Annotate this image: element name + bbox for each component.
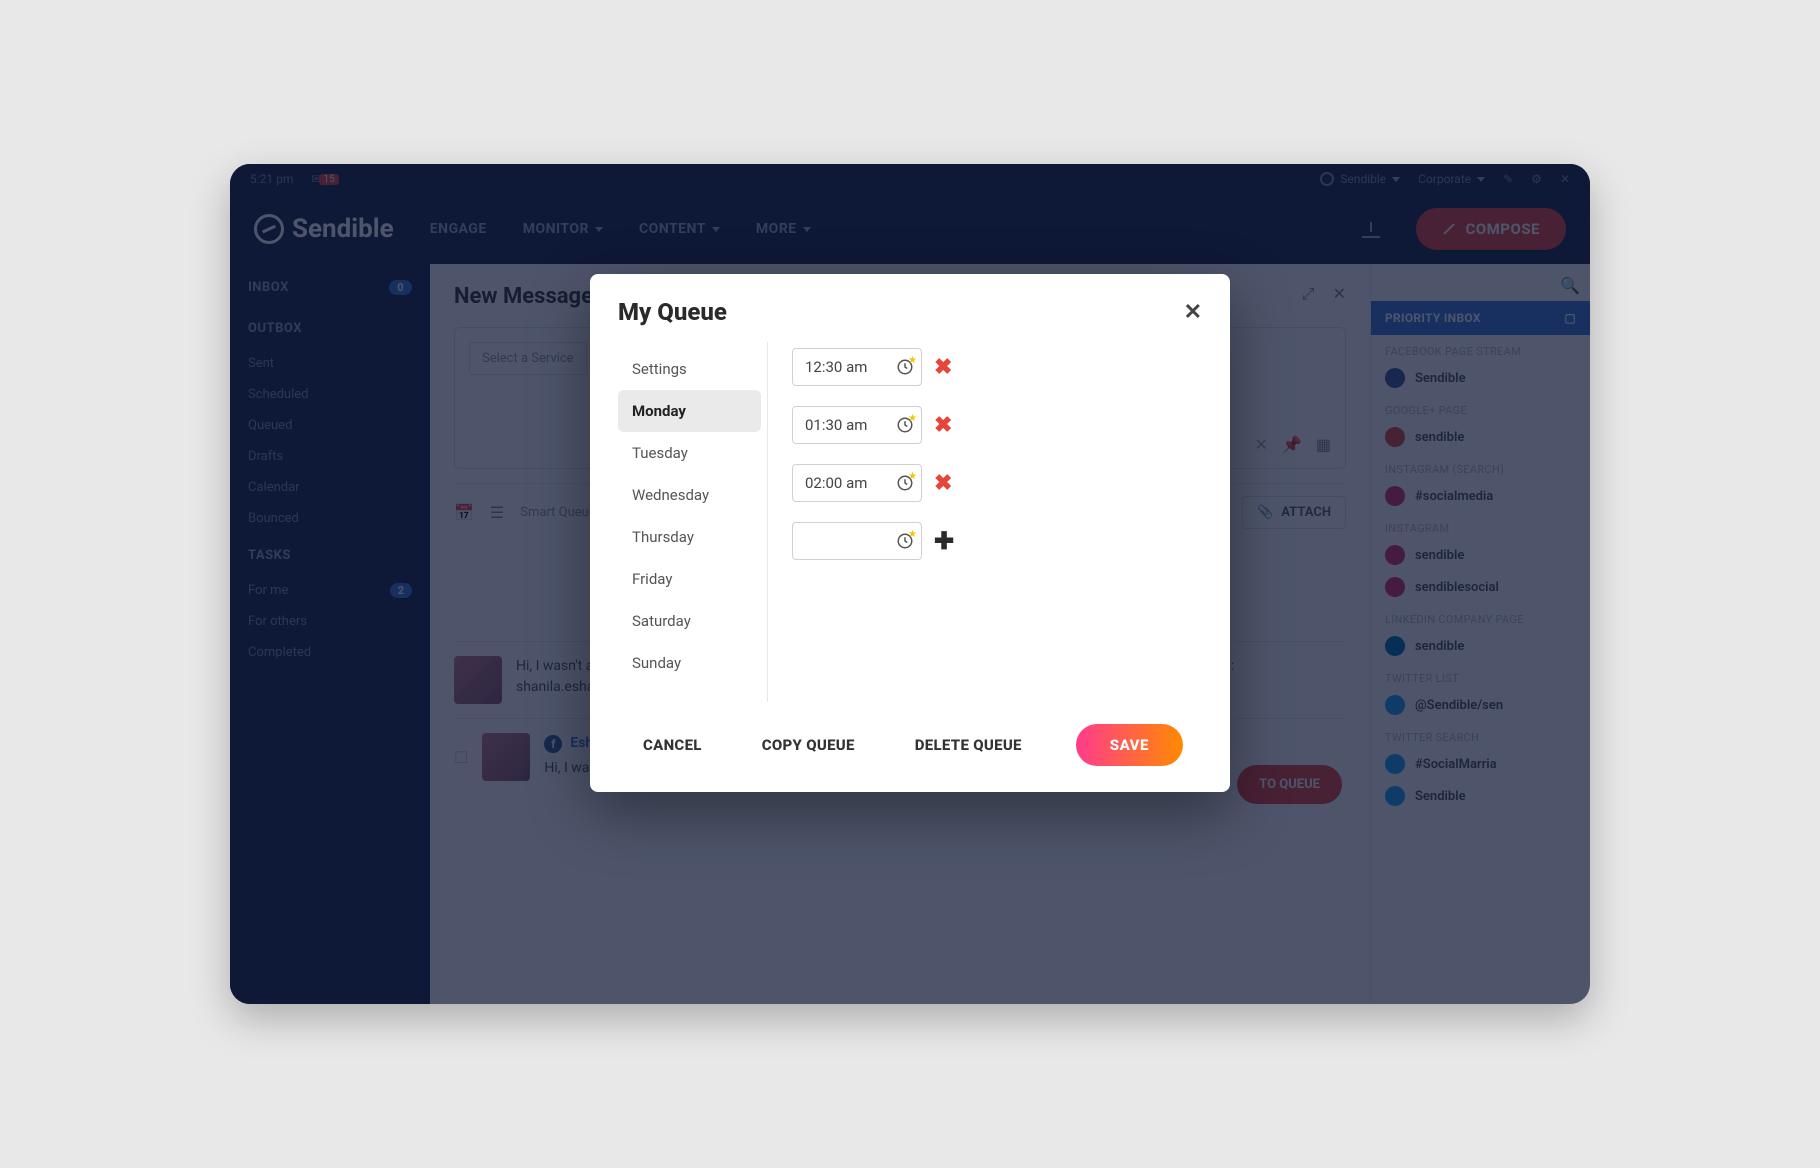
queue-modal: My Queue ✕ SettingsMondayTuesdayWednesda… bbox=[590, 274, 1230, 792]
day-sunday[interactable]: Sunday bbox=[618, 642, 761, 684]
day-saturday[interactable]: Saturday bbox=[618, 600, 761, 642]
clock-icon[interactable]: ★ bbox=[896, 532, 914, 550]
day-monday[interactable]: Monday bbox=[618, 390, 761, 432]
remove-time-icon[interactable]: ✖ bbox=[934, 355, 952, 380]
day-tuesday[interactable]: Tuesday bbox=[618, 432, 761, 474]
time-row-add: ★✚ bbox=[792, 522, 1202, 560]
delete-queue-button[interactable]: DELETE QUEUE bbox=[909, 726, 1028, 764]
save-button[interactable]: SAVE bbox=[1076, 724, 1183, 766]
remove-time-icon[interactable]: ✖ bbox=[934, 471, 952, 496]
time-row: ★✖ bbox=[792, 464, 1202, 502]
day-thursday[interactable]: Thursday bbox=[618, 516, 761, 558]
modal-close-icon[interactable]: ✕ bbox=[1184, 300, 1202, 325]
app-frame: 5:21 pm ✉15 Sendible Corporate ✎ ⚙ ✕ Sen… bbox=[230, 164, 1590, 1004]
modal-title: My Queue bbox=[618, 298, 727, 326]
time-row: ★✖ bbox=[792, 406, 1202, 444]
remove-time-icon[interactable]: ✖ bbox=[934, 413, 952, 438]
day-wednesday[interactable]: Wednesday bbox=[618, 474, 761, 516]
cancel-button[interactable]: CANCEL bbox=[637, 726, 708, 764]
clock-icon[interactable]: ★ bbox=[896, 474, 914, 492]
time-row: ★✖ bbox=[792, 348, 1202, 386]
add-time-icon[interactable]: ✚ bbox=[934, 527, 954, 555]
day-friday[interactable]: Friday bbox=[618, 558, 761, 600]
copy-queue-button[interactable]: COPY QUEUE bbox=[756, 726, 861, 764]
clock-icon[interactable]: ★ bbox=[896, 416, 914, 434]
clock-icon[interactable]: ★ bbox=[896, 358, 914, 376]
day-settings[interactable]: Settings bbox=[618, 348, 761, 390]
time-column: ★✖★✖★✖★✚ bbox=[768, 342, 1202, 702]
day-list: SettingsMondayTuesdayWednesdayThursdayFr… bbox=[618, 342, 768, 702]
